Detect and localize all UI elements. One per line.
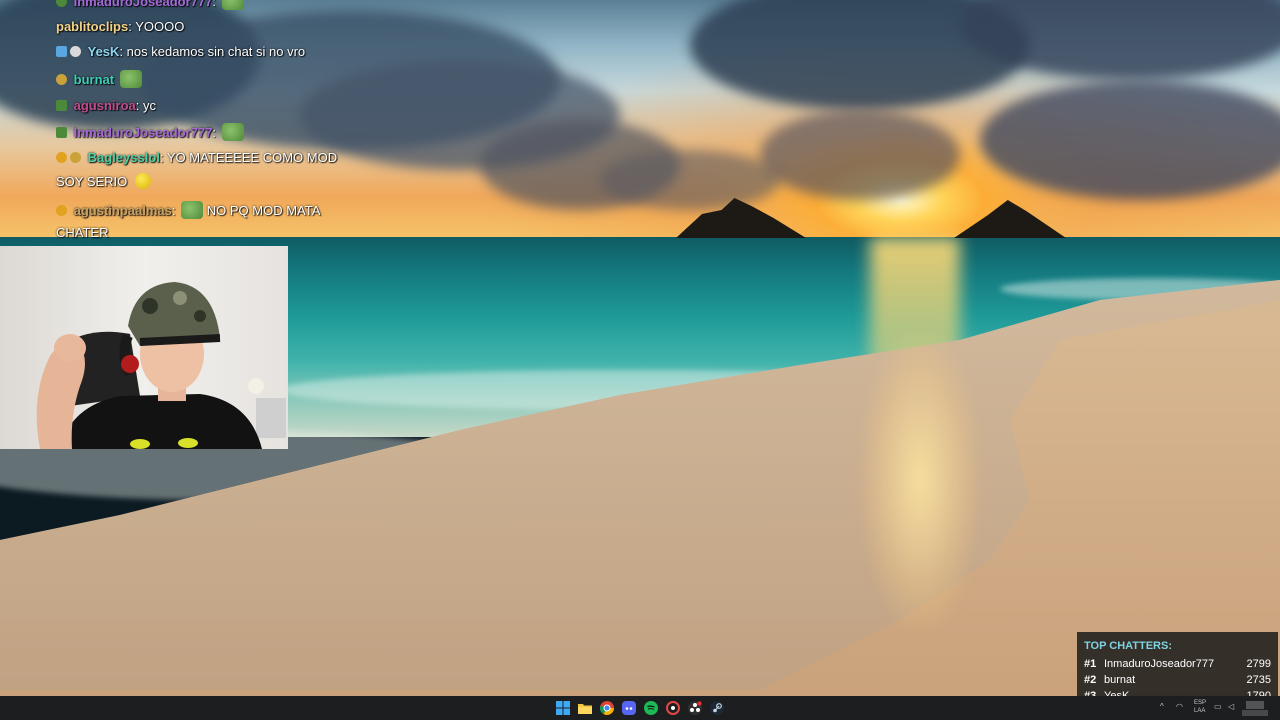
top-chatter-score: 2735 [1246,674,1271,686]
headset-earcup [121,355,139,373]
chat-message: burnat [56,70,142,88]
chat-text: SOY SERIO [56,174,128,189]
wifi-icon[interactable]: ◠ [1176,703,1183,711]
pepe-emote-icon [221,123,244,141]
app-icon[interactable] [666,701,680,715]
chat-username: Bagleysslol [87,150,160,165]
top-chatter-name: burnat [1104,674,1136,686]
chat-text: NO PQ MOD MATA [206,203,321,218]
top-chatters-title: TOP CHATTERS: [1084,640,1173,652]
shirt-print [178,438,198,448]
chat-username: burnat [73,72,115,87]
language-code: ESP [1194,700,1207,706]
hand [54,334,86,362]
headset-band [139,334,221,346]
top-chatter-score: 2799 [1246,658,1271,670]
chat-message: pablitoclips: YOOOO [56,19,184,34]
chat-username: InmaduroJoseador777 [73,125,213,140]
chat-message-continuation: CHATER [56,225,108,240]
colon: : [119,44,127,59]
webcam-feed [0,246,288,449]
sun-glare [860,330,980,630]
chat-message: InmaduroJoseador777: [56,123,244,141]
chat-message-continuation: SOY SERIO [56,173,151,189]
discord-icon[interactable] [622,701,636,715]
camo-pattern [142,298,158,314]
chat-message: InmaduroJoseador777: [56,0,244,10]
chrome-icon[interactable] [600,701,614,715]
language-indicator[interactable]: ESP LAA [1194,699,1206,715]
camo-pattern [194,310,206,322]
monitor-icon[interactable]: ▭ [1214,703,1222,711]
pepe-emote-icon [119,70,142,88]
colon: : [212,0,216,9]
lamp [248,378,264,394]
colon: : [159,150,167,165]
chat-text: yc [142,98,156,113]
tray-chevron-icon[interactable]: ^ [1160,703,1164,711]
colon: : [212,125,216,140]
laughing-emote-icon [134,173,151,189]
sword-badge-icon [56,46,67,57]
chat-message: Bagleysslol: YO MATEEEEE COMO MOD [56,150,337,165]
one-badge-icon [56,205,67,216]
chat-text: YO MATEEEEE COMO MOD [166,150,338,165]
streamer-figure [36,282,286,449]
pepe-emote-icon [221,0,244,10]
volume-icon[interactable]: ◁ [1228,703,1234,711]
chat-username: agusniroa [73,98,136,113]
shelf [256,398,286,438]
cloud [760,110,960,200]
taskbar: ^ ◠ ESP LAA ▭ ◁ [0,696,1280,720]
chat-message: agustinpaalmas: NO PQ MOD MATA [56,201,320,219]
chat-username: YesK [87,44,120,59]
colon: : [171,203,176,218]
chat-message: YesK: nos kedamos sin chat si no vro [56,44,305,59]
file-explorer-icon[interactable] [578,701,592,715]
chat-username: agustinpaalmas [73,203,172,218]
top-chatter-rank: #2 [1084,674,1097,686]
face-badge-icon [70,46,81,57]
spotify-icon[interactable] [644,701,658,715]
top-chatter-rank: #1 [1084,658,1097,670]
pepe-badge-icon [56,100,67,111]
colon: : [135,98,143,113]
pepe-emote-icon [181,201,204,219]
top-chatter-row: #1 InmaduroJoseador777 2799 [1084,658,1271,672]
cloud [980,80,1280,200]
one-badge-icon [56,152,67,163]
chat-text: nos kedamos sin chat si no vro [126,44,306,59]
keyboard-layout: LAA [1194,708,1206,714]
chat-message: agusniroa: yc [56,98,156,113]
cookie-badge-icon [56,74,67,85]
top-chatter-name: InmaduroJoseador777 [1104,658,1215,670]
chat-username: InmaduroJoseador777 [73,0,213,9]
windows-start-icon[interactable] [556,701,570,715]
pepe-badge-icon [56,127,67,138]
clock[interactable] [1242,699,1272,716]
steam-icon[interactable] [710,701,724,715]
cloud [600,150,780,210]
cookie-badge-icon [70,152,81,163]
pepe-badge-icon [56,0,67,7]
chat-text: YOOOO [135,19,185,34]
chat-text: CHATER [56,225,109,240]
chat-username: pablitoclips [56,19,129,34]
shirt-print [130,439,150,449]
camo-pattern [173,291,187,305]
top-chatter-row: #2 burnat 2735 [1084,674,1271,688]
obs-icon[interactable] [688,701,702,715]
